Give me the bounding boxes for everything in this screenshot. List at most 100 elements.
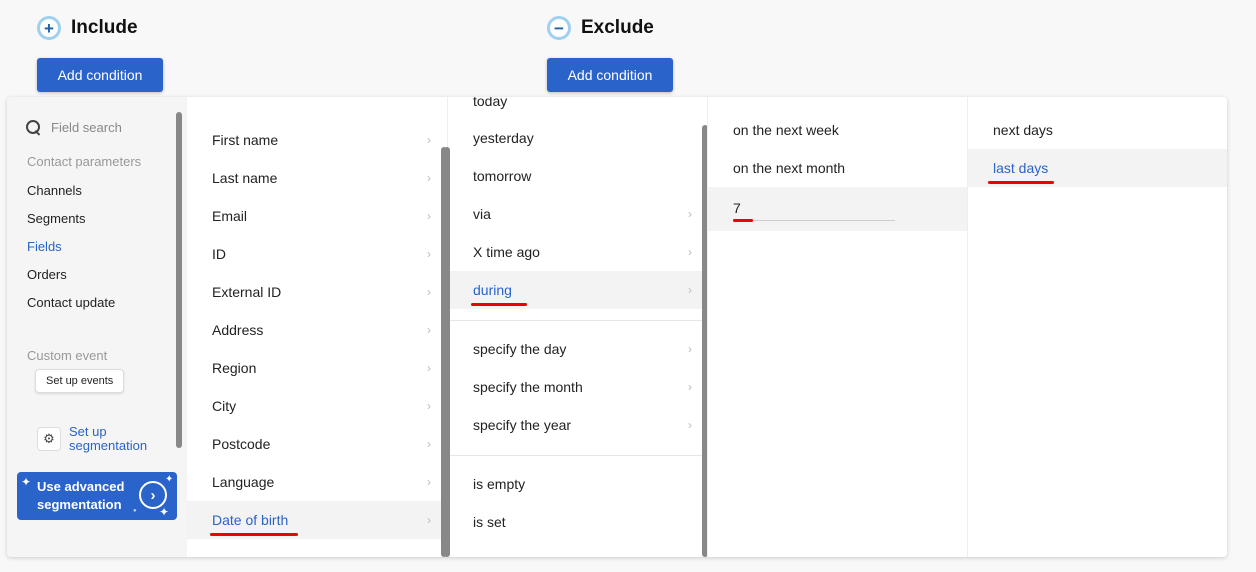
search-icon: [25, 119, 41, 135]
chevron-right-icon: ›: [427, 247, 431, 261]
chevron-right-icon: ›: [427, 513, 431, 527]
field-label: Language: [212, 474, 275, 490]
operator-item[interactable]: specify the day ›: [448, 330, 702, 368]
field-label: City: [212, 398, 237, 414]
highlight-underline: [471, 303, 527, 306]
advanced-line1: Use advanced: [37, 479, 125, 494]
sidebar-scrollbar[interactable]: [176, 112, 182, 448]
day-direction-column: next days last days: [967, 97, 1227, 557]
operator-item[interactable]: specify the year ›: [448, 406, 702, 444]
dot-icon: ●: [133, 508, 137, 514]
operators-scrollbar-left[interactable]: [444, 147, 450, 557]
set-up-segmentation-link[interactable]: ⚙ Set up segmentation: [37, 425, 147, 453]
operators-column: today yesterday tomorrow via › X time ago…: [444, 97, 708, 557]
exclude-title: Exclude: [581, 17, 654, 38]
field-label: Address: [212, 322, 264, 338]
plus-icon[interactable]: +: [37, 16, 61, 40]
chevron-right-icon: ›: [688, 380, 692, 394]
field-item[interactable]: ID ›: [187, 235, 441, 273]
include-heading: + Include: [37, 16, 138, 40]
sidebar-item-fields[interactable]: Fields: [27, 239, 62, 254]
highlight-underline: [733, 219, 753, 222]
use-advanced-segmentation-button[interactable]: ✦ Use advanced segmentation › ✦ ✦ ●: [17, 472, 177, 520]
operator-label: specify the day: [473, 341, 567, 357]
direction-label: last days: [993, 160, 1049, 176]
field-item[interactable]: Postcode ›: [187, 425, 441, 463]
sparkle-icon: ✦: [21, 475, 32, 489]
operator-label: today: [473, 97, 508, 109]
sidebar-item-contact-update[interactable]: Contact update: [27, 295, 115, 310]
field-search-input[interactable]: Field search: [51, 120, 122, 135]
days-count-input[interactable]: [733, 195, 895, 221]
field-item[interactable]: First name ›: [187, 121, 441, 159]
chevron-right-icon: ›: [427, 475, 431, 489]
sidebar-item-segments[interactable]: Segments: [27, 211, 86, 226]
chevron-right-icon: ›: [427, 399, 431, 413]
operator-label: specify the year: [473, 417, 572, 433]
chevron-right-icon: ›: [688, 283, 692, 297]
operator-label: tomorrow: [473, 168, 532, 184]
operator-item[interactable]: yesterday: [448, 119, 702, 157]
chevron-right-icon: ›: [427, 133, 431, 147]
operator-item[interactable]: tomorrow: [448, 157, 702, 195]
set-up-segmentation-line2: segmentation: [69, 438, 148, 453]
divider: [448, 320, 702, 321]
category-sidebar: Field search Contact parameters Channels…: [7, 97, 187, 557]
operator-label: yesterday: [473, 130, 534, 146]
sparkle-icon: ✦: [159, 505, 170, 519]
during-options-column: on the next week on the next month: [707, 97, 968, 557]
sparkle-icon: ✦: [165, 474, 174, 485]
field-label: Email: [212, 208, 248, 224]
field-item[interactable]: City ›: [187, 387, 441, 425]
chevron-right-icon: ›: [688, 342, 692, 356]
during-option-label: on the next month: [733, 160, 846, 176]
field-search[interactable]: Field search: [25, 119, 122, 135]
set-up-segmentation-line1: Set up: [69, 424, 107, 439]
field-item[interactable]: Region ›: [187, 349, 441, 387]
field-item[interactable]: Email ›: [187, 197, 441, 235]
exclude-add-condition-button[interactable]: Add condition: [547, 58, 673, 92]
highlight-underline: [988, 181, 1054, 184]
field-item[interactable]: Address ›: [187, 311, 441, 349]
field-item[interactable]: Language ›: [187, 463, 441, 501]
operator-item[interactable]: today: [448, 97, 702, 120]
field-label: Region: [212, 360, 257, 376]
field-label: First name: [212, 132, 279, 148]
operator-label: via: [473, 206, 491, 222]
operator-label: specify the month: [473, 379, 583, 395]
chevron-right-icon: ›: [688, 418, 692, 432]
chevron-right-icon: ›: [427, 323, 431, 337]
set-up-events-button[interactable]: Set up events: [35, 369, 125, 393]
direction-option[interactable]: next days: [968, 111, 1227, 149]
during-option[interactable]: on the next month: [708, 149, 962, 187]
section-contact-parameters: Contact parameters: [27, 154, 142, 169]
sidebar-item-channels[interactable]: Channels: [27, 183, 82, 198]
include-title: Include: [71, 17, 138, 38]
operator-item[interactable]: is empty: [448, 465, 702, 503]
operator-item[interactable]: specify the month ›: [448, 368, 702, 406]
operator-item[interactable]: X time ago ›: [448, 233, 702, 271]
direction-label: next days: [993, 122, 1053, 138]
during-option[interactable]: on the next week: [708, 111, 962, 149]
gear-icon: ⚙: [37, 427, 61, 451]
sidebar-item-orders[interactable]: Orders: [27, 267, 67, 282]
chevron-right-icon: ›: [427, 209, 431, 223]
operator-item[interactable]: via ›: [448, 195, 702, 233]
chevron-right-icon: ›: [427, 285, 431, 299]
field-item[interactable]: External ID ›: [187, 273, 441, 311]
include-add-condition-button[interactable]: Add condition: [37, 58, 163, 92]
section-custom-event: Custom event: [27, 348, 108, 363]
minus-icon[interactable]: −: [547, 16, 571, 40]
field-label: Postcode: [212, 436, 271, 452]
operator-label: is set: [473, 514, 506, 530]
during-option-label: on the next week: [733, 122, 839, 138]
condition-picker-panel: Field search Contact parameters Channels…: [7, 97, 1227, 557]
operator-item[interactable]: is set: [448, 503, 702, 541]
divider: [448, 455, 702, 456]
advanced-line2: segmentation: [37, 497, 122, 512]
operator-label: during: [473, 282, 512, 298]
chevron-right-icon: ›: [688, 207, 692, 221]
fields-column: First name › Last name › Email › ID › Extern…: [187, 97, 447, 557]
field-label: ID: [212, 246, 226, 262]
field-item[interactable]: Last name ›: [187, 159, 441, 197]
